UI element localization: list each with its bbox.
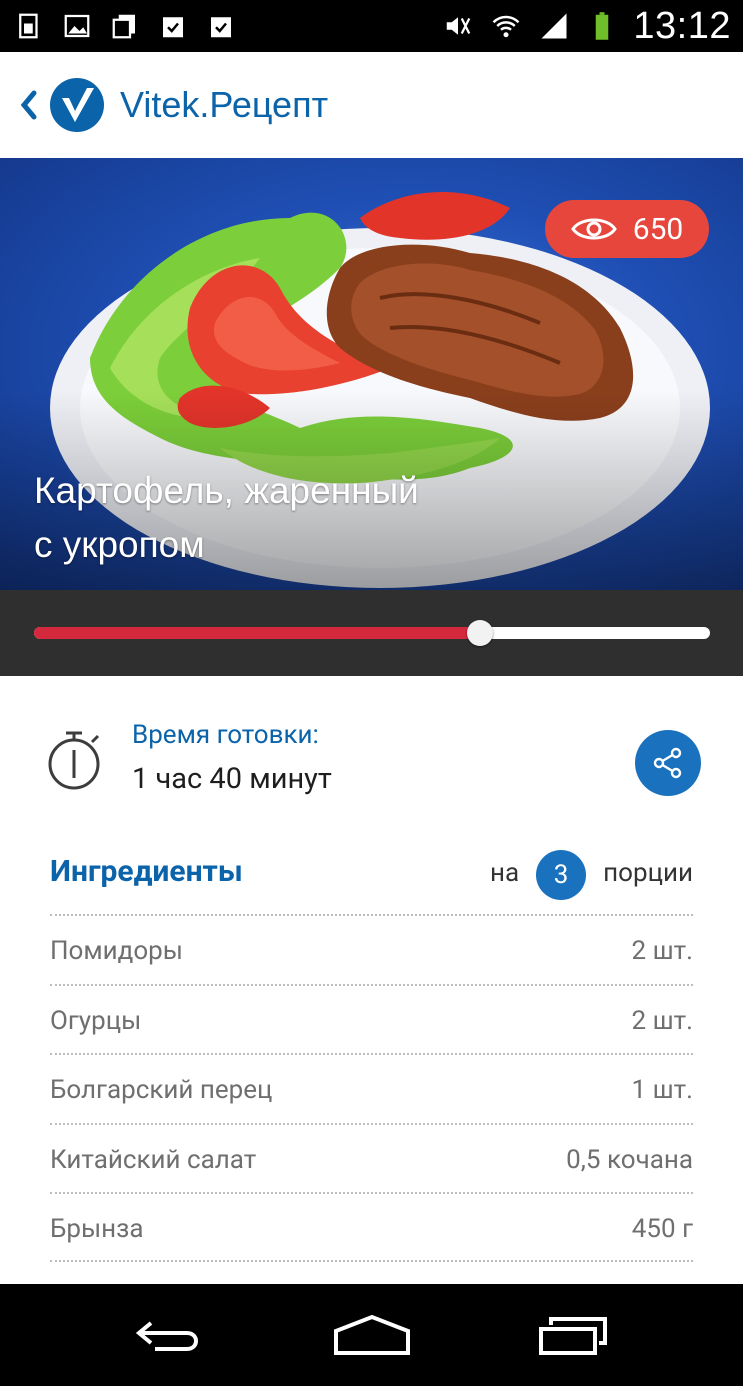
ingredients-header: Ингредиенты на 3 порции [50,846,693,906]
sim-card-icon [12,9,46,43]
ingredient-name: Китайский салат [50,1144,257,1175]
ingredient-name: Помидоры [50,936,183,966]
recipe-hero-image: 650 Картофель, жаренный с укропом [0,158,743,590]
ingredient-amount: 2 шт. [631,936,693,966]
image-slider [0,590,743,676]
status-bar: 13:12 [0,0,743,52]
slider-thumb[interactable] [467,620,494,646]
chevron-left-icon [20,90,37,120]
system-nav-bar [0,1284,743,1386]
list-item: Брынза 450 г [50,1192,693,1262]
list-item: Китайский салат 0,5 кочана [50,1122,693,1193]
task-done-icon-2 [204,9,238,43]
ingredient-name: Болгарский перец [50,1075,273,1105]
battery-icon [585,9,619,43]
ingredient-amount: 450 г [631,1214,693,1244]
recipe-title-line1: Картофель, жаренный [34,470,419,511]
ingredient-amount: 1 шт. [631,1075,693,1105]
task-done-icon [156,9,190,43]
nav-back-button[interactable] [121,1300,221,1370]
stopwatch-icon [48,731,100,790]
image-icon [60,9,94,43]
views-count: 650 [632,211,684,247]
slider-fill [34,627,481,639]
app-bar: Vitek.Рецепт [0,52,743,158]
ingredients-list: Помидоры 2 шт. Огурцы 2 шт. Болгарский п… [50,914,693,1262]
portions-selector[interactable]: 3 [536,850,586,900]
files-icon [108,9,142,43]
signal-icon [537,9,571,43]
recent-apps-icon [538,1317,607,1355]
home-icon [333,1314,410,1355]
ingredient-name: Брынза [50,1214,144,1244]
list-item: Помидоры 2 шт. [50,914,693,984]
ingredient-name: Огурцы [50,1005,142,1036]
recipe-title: Картофель, жаренный с укропом [34,464,514,572]
cook-time-value: 1 час 40 минут [132,762,332,796]
back-button[interactable] [14,83,44,127]
list-item: Болгарский перец 1 шт. [50,1053,693,1123]
nav-home-button[interactable] [322,1300,422,1370]
vitek-logo-icon [50,78,104,132]
views-badge: 650 [545,200,709,258]
clock: 13:12 [633,4,731,47]
ingredient-amount: 2 шт. [631,1005,693,1036]
recipe-title-line2: с укропом [34,524,205,565]
cook-time-label: Время готовки: [132,720,319,750]
portions-for-label: на [490,858,520,888]
cook-time-section: Время готовки: 1 час 40 минут [0,676,743,826]
share-icon [653,747,682,779]
nav-recents-button[interactable] [523,1300,623,1370]
ingredients-title: Ингредиенты [50,854,243,889]
mute-icon [441,9,475,43]
portions-label: порции [603,858,693,888]
wifi-icon [489,9,523,43]
back-arrow-icon [135,1321,198,1351]
ingredient-amount: 0,5 кочана [566,1144,693,1175]
slider-track[interactable] [34,620,710,646]
list-item: Огурцы 2 шт. [50,983,693,1054]
eye-icon [570,218,617,240]
app-title: Vitek.Рецепт [120,84,329,125]
share-button[interactable] [635,730,701,796]
